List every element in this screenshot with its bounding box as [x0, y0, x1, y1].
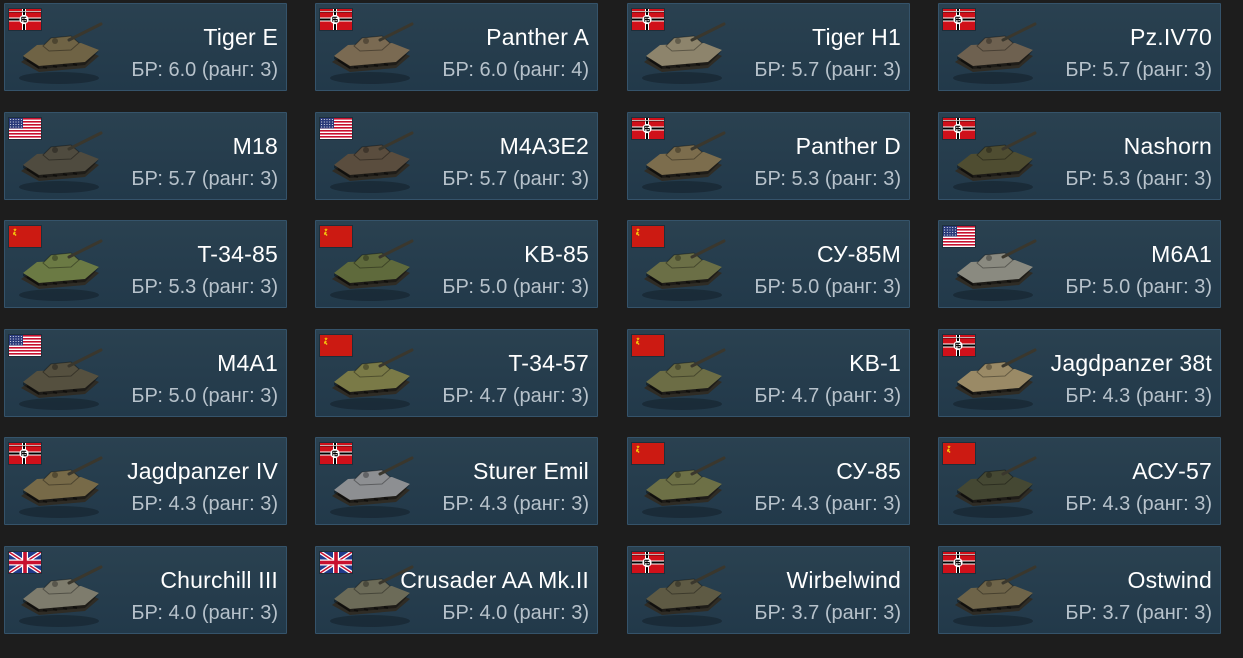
- vehicle-name: Pz.IV70: [1130, 24, 1212, 50]
- vehicle-card[interactable]: T-34-57 БР: 4.7 (ранг: 3): [315, 329, 598, 417]
- battle-rating: БР: 4.7 (ранг: 3): [442, 385, 589, 407]
- vehicle-name: Churchill III: [160, 567, 278, 593]
- battle-rating: БР: 5.7 (ранг: 3): [1065, 59, 1212, 81]
- vehicle-name: Ostwind: [1127, 567, 1212, 593]
- vehicle-name: T-34-85: [197, 241, 278, 267]
- uk-flag-icon: [9, 552, 41, 573]
- germany-flag-icon: [943, 552, 975, 573]
- vehicle-card[interactable]: Pz.IV70 БР: 5.7 (ранг: 3): [938, 3, 1221, 91]
- vehicle-name: M4A3E2: [499, 133, 589, 159]
- vehicle-card[interactable]: СУ-85М БР: 5.0 (ранг: 3): [627, 220, 910, 308]
- ussr-flag-icon: [943, 443, 975, 464]
- vehicle-name: Panther A: [486, 24, 589, 50]
- battle-rating: БР: 5.0 (ранг: 3): [1065, 276, 1212, 298]
- ussr-flag-icon: [320, 226, 352, 247]
- battle-rating: БР: 4.0 (ранг: 3): [131, 602, 278, 624]
- battle-rating: БР: 4.3 (ранг: 3): [1065, 385, 1212, 407]
- vehicle-card[interactable]: Tiger H1 БР: 5.7 (ранг: 3): [627, 3, 910, 91]
- vehicle-card[interactable]: СУ-85 БР: 4.3 (ранг: 3): [627, 437, 910, 525]
- battle-rating: БР: 4.3 (ранг: 3): [1065, 493, 1212, 515]
- battle-rating: БР: 5.3 (ранг: 3): [754, 168, 901, 190]
- germany-flag-icon: [9, 443, 41, 464]
- vehicle-name: СУ-85: [836, 458, 901, 484]
- usa-flag-icon: [320, 118, 352, 139]
- battle-rating: БР: 4.3 (ранг: 3): [131, 493, 278, 515]
- germany-flag-icon: [320, 9, 352, 30]
- vehicle-name: Crusader AA Mk.II: [400, 567, 589, 593]
- vehicle-card[interactable]: Ostwind БР: 3.7 (ранг: 3): [938, 546, 1221, 634]
- germany-flag-icon: [943, 118, 975, 139]
- vehicle-card[interactable]: KB-85 БР: 5.0 (ранг: 3): [315, 220, 598, 308]
- vehicle-card[interactable]: АСУ-57 БР: 4.3 (ранг: 3): [938, 437, 1221, 525]
- vehicle-card[interactable]: Panther A БР: 6.0 (ранг: 4): [315, 3, 598, 91]
- battle-rating: БР: 5.0 (ранг: 3): [754, 276, 901, 298]
- vehicle-card[interactable]: M4A3E2 БР: 5.7 (ранг: 3): [315, 112, 598, 200]
- usa-flag-icon: [9, 118, 41, 139]
- vehicle-card[interactable]: Sturer Emil БР: 4.3 (ранг: 3): [315, 437, 598, 525]
- vehicle-name: Tiger H1: [812, 24, 901, 50]
- vehicle-name: M4A1: [217, 350, 278, 376]
- vehicle-name: T-34-57: [508, 350, 589, 376]
- germany-flag-icon: [632, 552, 664, 573]
- battle-rating: БР: 4.7 (ранг: 3): [754, 385, 901, 407]
- ussr-flag-icon: [320, 335, 352, 356]
- vehicle-name: Tiger E: [203, 24, 278, 50]
- vehicle-name: Wirbelwind: [786, 567, 901, 593]
- vehicle-name: Jagdpanzer 38t: [1050, 350, 1212, 376]
- germany-flag-icon: [943, 9, 975, 30]
- vehicle-card[interactable]: M4A1 БР: 5.0 (ранг: 3): [4, 329, 287, 417]
- battle-rating: БР: 4.0 (ранг: 3): [442, 602, 589, 624]
- ussr-flag-icon: [632, 443, 664, 464]
- germany-flag-icon: [632, 118, 664, 139]
- vehicle-name: Nashorn: [1123, 133, 1212, 159]
- vehicle-name: Sturer Emil: [473, 458, 589, 484]
- vehicle-card[interactable]: Panther D БР: 5.3 (ранг: 3): [627, 112, 910, 200]
- vehicle-card[interactable]: Churchill III БР: 4.0 (ранг: 3): [4, 546, 287, 634]
- battle-rating: БР: 6.0 (ранг: 4): [442, 59, 589, 81]
- vehicle-card[interactable]: Jagdpanzer IV БР: 4.3 (ранг: 3): [4, 437, 287, 525]
- ussr-flag-icon: [632, 335, 664, 356]
- battle-rating: БР: 5.7 (ранг: 3): [442, 168, 589, 190]
- vehicle-card[interactable]: KB-1 БР: 4.7 (ранг: 3): [627, 329, 910, 417]
- vehicle-name: M6A1: [1151, 241, 1212, 267]
- ussr-flag-icon: [9, 226, 41, 247]
- battle-rating: БР: 5.7 (ранг: 3): [131, 168, 278, 190]
- germany-flag-icon: [943, 335, 975, 356]
- usa-flag-icon: [9, 335, 41, 356]
- battle-rating: БР: 5.0 (ранг: 3): [442, 276, 589, 298]
- vehicle-name: Jagdpanzer IV: [127, 458, 278, 484]
- battle-rating: БР: 5.0 (ранг: 3): [131, 385, 278, 407]
- vehicle-card[interactable]: Tiger E БР: 6.0 (ранг: 3): [4, 3, 287, 91]
- battle-rating: БР: 5.3 (ранг: 3): [131, 276, 278, 298]
- battle-rating: БР: 5.3 (ранг: 3): [1065, 168, 1212, 190]
- vehicle-grid: Tiger E БР: 6.0 (ранг: 3) Panther A БР: 6.0…: [0, 0, 1243, 658]
- vehicle-card[interactable]: Crusader AA Mk.II БР: 4.0 (ранг: 3): [315, 546, 598, 634]
- vehicle-name: АСУ-57: [1132, 458, 1212, 484]
- battle-rating: БР: 6.0 (ранг: 3): [131, 59, 278, 81]
- battle-rating: БР: 4.3 (ранг: 3): [442, 493, 589, 515]
- germany-flag-icon: [632, 9, 664, 30]
- vehicle-name: Panther D: [795, 133, 901, 159]
- ussr-flag-icon: [632, 226, 664, 247]
- battle-rating: БР: 3.7 (ранг: 3): [754, 602, 901, 624]
- vehicle-card[interactable]: T-34-85 БР: 5.3 (ранг: 3): [4, 220, 287, 308]
- battle-rating: БР: 4.3 (ранг: 3): [754, 493, 901, 515]
- vehicle-name: M18: [232, 133, 278, 159]
- battle-rating: БР: 3.7 (ранг: 3): [1065, 602, 1212, 624]
- vehicle-name: KB-1: [849, 350, 901, 376]
- vehicle-card[interactable]: Nashorn БР: 5.3 (ранг: 3): [938, 112, 1221, 200]
- uk-flag-icon: [320, 552, 352, 573]
- vehicle-card[interactable]: Wirbelwind БР: 3.7 (ранг: 3): [627, 546, 910, 634]
- germany-flag-icon: [320, 443, 352, 464]
- vehicle-name: СУ-85М: [816, 241, 901, 267]
- vehicle-card[interactable]: Jagdpanzer 38t БР: 4.3 (ранг: 3): [938, 329, 1221, 417]
- vehicle-card[interactable]: M18 БР: 5.7 (ранг: 3): [4, 112, 287, 200]
- usa-flag-icon: [943, 226, 975, 247]
- germany-flag-icon: [9, 9, 41, 30]
- vehicle-name: KB-85: [524, 241, 589, 267]
- vehicle-card[interactable]: M6A1 БР: 5.0 (ранг: 3): [938, 220, 1221, 308]
- battle-rating: БР: 5.7 (ранг: 3): [754, 59, 901, 81]
